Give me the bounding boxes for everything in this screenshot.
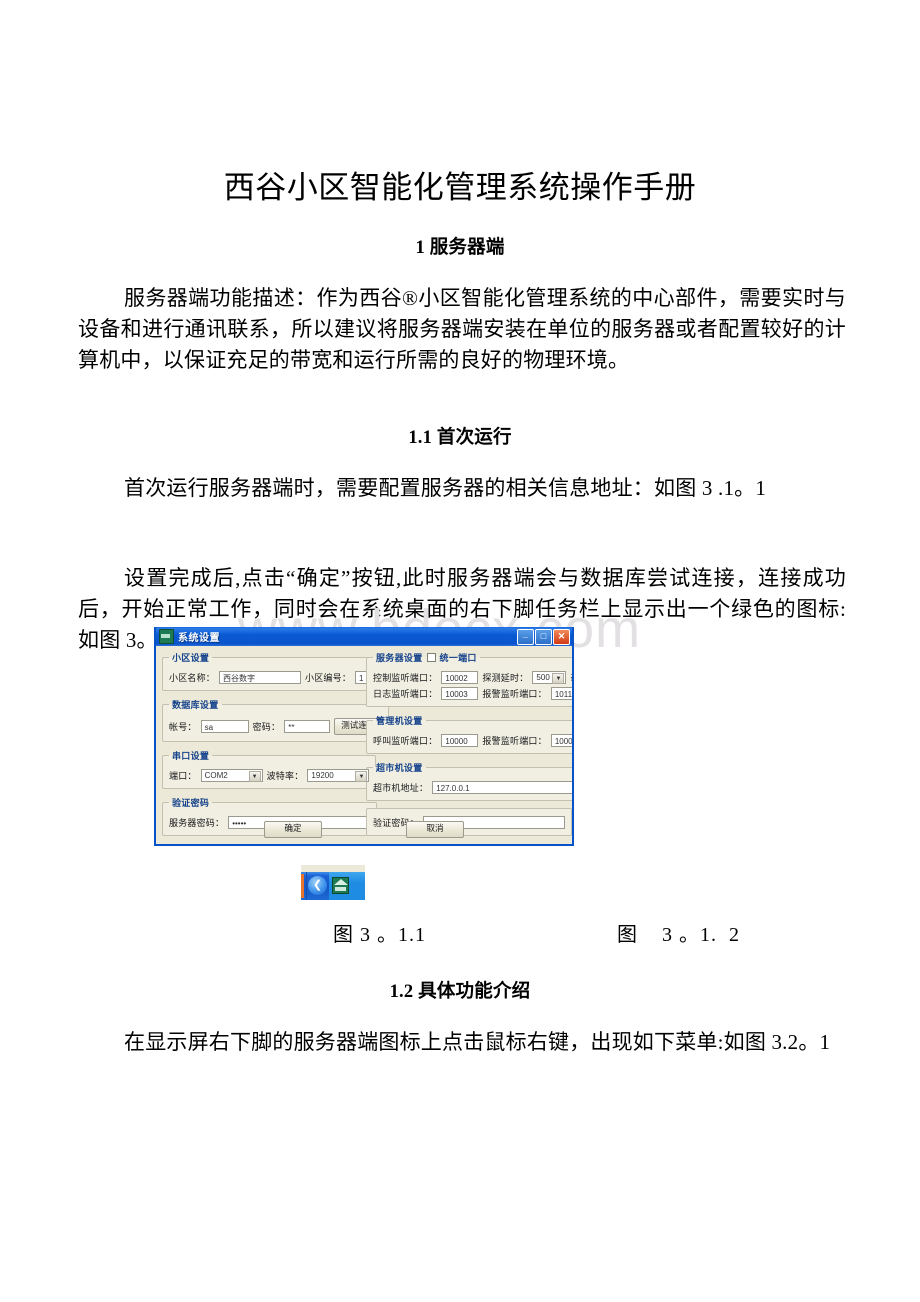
group-manager-settings: 管理机设置 呼叫监听端口： 10000 报警监听端口： 10001 — [366, 714, 572, 754]
chevron-down-icon: ▼ — [248, 771, 261, 782]
row-manager-ports: 呼叫监听端口： 10000 报警监听端口： 10001 — [373, 734, 572, 747]
serial-port-label: 端口： — [169, 771, 197, 781]
log-port-label: 日志监听端口： — [373, 689, 438, 699]
probe-delay-label: 探测延时： — [482, 673, 529, 683]
maximize-button[interactable]: □ — [535, 628, 552, 645]
row-community-name: 小区名称： 西谷数字 小区编号： 1 — [169, 671, 392, 684]
manager-alarm-port-label: 报警监听端口： — [482, 736, 547, 746]
db-account-input[interactable]: sa — [200, 720, 249, 733]
group-community-legend: 小区设置 — [172, 653, 210, 663]
taskbar-tray-screenshot: ❮ — [301, 865, 365, 900]
row-market-address: 超市机地址： 127.0.0.1 — [373, 781, 572, 794]
market-address-label: 超市机地址： — [373, 783, 429, 793]
market-address-input[interactable]: 127.0.0.1 — [432, 781, 572, 794]
log-port-input[interactable]: 10003 — [441, 687, 479, 700]
chevron-down-icon: ▼ — [355, 771, 368, 782]
ok-button[interactable]: 确定 — [264, 821, 322, 838]
group-auth-legend: 验证密码 — [172, 798, 210, 808]
row-log-port: 日志监听端口： 10003 报警监听端口： 10110 — [373, 687, 572, 700]
group-market-legend: 超市机设置 — [376, 763, 423, 773]
community-name-label: 小区名称： — [169, 673, 216, 683]
community-code-label: 小区编号： — [305, 673, 352, 683]
group-database-settings: 数据库设置 帐号： sa 密码： ** 测试连接 — [162, 698, 390, 742]
probe-delay-value: 500 — [536, 673, 550, 682]
figure-caption-2: 图 3 。1. 2 — [617, 924, 740, 946]
db-account-label: 帐号： — [169, 722, 197, 732]
call-port-input[interactable]: 10000 — [441, 734, 479, 747]
dialog-right-column: 服务器设置 统一端口 控制监听端口： 10002 探测延时： 500 ▼ 日志监… — [366, 651, 572, 843]
dialog-columns: 小区设置 小区名称： 西谷数字 小区编号： 1 数据库设置 帐号： sa 密码：… — [162, 651, 572, 843]
cancel-button[interactable]: 取消 — [406, 821, 464, 838]
taskbar-edge-accent — [301, 874, 304, 898]
dialog-titlebar[interactable]: 系统设置 _ □ ✕ — [156, 627, 572, 646]
xigu-server-tray-icon[interactable] — [332, 877, 349, 894]
paragraph-server-description: 服务器端功能描述：作为西谷®小区智能化管理系统的中心部件，需要实时与设备和进行通… — [78, 286, 846, 372]
group-server-legend-text: 服务器设置 — [376, 653, 423, 663]
group-market-settings: 超市机设置 超市机地址： 127.0.0.1 — [366, 761, 572, 801]
group-server-settings: 服务器设置 统一端口 控制监听端口： 10002 探测延时： 500 ▼ 日志监… — [366, 651, 572, 707]
minimize-icon: _ — [522, 628, 528, 639]
row-serial: 端口： COM2 ▼ 波特率： 19200 ▼ — [169, 769, 370, 782]
control-port-input[interactable]: 10002 — [441, 671, 479, 684]
serial-port-value: COM2 — [204, 771, 228, 780]
dialog-footer: 确定 取消 — [156, 821, 572, 838]
probe-delay-unit: 毫秒 — [570, 671, 572, 684]
dialog-left-column: 小区设置 小区名称： 西谷数字 小区编号： 1 数据库设置 帐号： sa 密码：… — [162, 651, 399, 843]
community-name-input[interactable]: 西谷数字 — [219, 671, 302, 684]
close-icon: ✕ — [557, 630, 566, 641]
probe-delay-select[interactable]: 500 ▼ — [532, 671, 567, 684]
baud-rate-label: 波特率： — [266, 771, 304, 781]
group-serial-legend: 串口设置 — [172, 751, 210, 761]
maximize-icon: □ — [540, 630, 547, 641]
row-control-port: 控制监听端口： 10002 探测延时： 500 ▼ 毫秒 — [373, 671, 572, 684]
figure-caption-1: 图 3 。1.1 — [333, 924, 426, 946]
manager-alarm-port-input[interactable]: 10001 — [550, 734, 572, 747]
unified-port-checkbox[interactable] — [426, 653, 436, 662]
serial-port-select[interactable]: COM2 ▼ — [200, 769, 263, 782]
call-port-label: 呼叫监听端口： — [373, 736, 438, 746]
paragraph-function-intro: 在显示屏右下脚的服务器端图标上点击鼠标右键，出现如下菜单:如图 3.2。1 — [124, 1030, 831, 1054]
paragraph-first-run: 首次运行服务器端时，需要配置服务器的相关信息地址：如图 3 .1。1 — [124, 476, 767, 500]
taskbar-divider — [306, 872, 307, 900]
unified-port-label: 统一端口 — [439, 653, 477, 663]
db-password-label: 密码： — [252, 722, 281, 732]
server-alarm-port-input[interactable]: 10110 — [550, 687, 572, 700]
server-alarm-port-label: 报警监听端口： — [482, 689, 547, 699]
close-button[interactable]: ✕ — [553, 628, 570, 645]
group-database-legend: 数据库设置 — [172, 700, 219, 710]
system-settings-dialog: 系统设置 _ □ ✕ 小区设置 小区名称： 西谷数字 小区编号： 1 数据库设置… — [154, 627, 574, 846]
group-server-legend: 服务器设置 统一端口 — [373, 651, 480, 664]
dialog-body: 小区设置 小区名称： 西谷数字 小区编号： 1 数据库设置 帐号： sa 密码：… — [156, 646, 572, 844]
heading-section-1: 1 服务器端 — [415, 238, 505, 259]
heading-section-1-2: 1.2 具体功能介绍 — [389, 982, 531, 1003]
minimize-button[interactable]: _ — [517, 628, 534, 645]
group-serial-settings: 串口设置 端口： COM2 ▼ 波特率： 19200 ▼ — [162, 749, 377, 789]
row-database-credentials: 帐号： sa 密码： ** 测试连接 — [169, 718, 383, 735]
server-legend-inline: 服务器设置 统一端口 — [376, 651, 477, 664]
group-community-settings: 小区设置 小区名称： 西谷数字 小区编号： 1 — [162, 651, 399, 691]
chevron-down-icon: ▼ — [552, 673, 565, 684]
heading-section-1-1: 1.1 首次运行 — [408, 428, 512, 449]
page-title: 西谷小区智能化管理系统操作手册 — [223, 169, 697, 205]
group-manager-legend: 管理机设置 — [376, 716, 423, 726]
document-page: 西谷小区智能化管理系统操作手册 1 服务器端 服务器端功能描述：作为西谷®小区智… — [0, 0, 920, 1302]
app-icon — [159, 629, 174, 644]
window-controls: _ □ ✕ — [517, 628, 570, 645]
dialog-title: 系统设置 — [178, 633, 220, 644]
db-password-input[interactable]: ** — [284, 720, 331, 733]
baud-rate-select[interactable]: 19200 ▼ — [307, 769, 370, 782]
chevron-left-icon[interactable]: ❮ — [308, 876, 327, 895]
control-port-label: 控制监听端口： — [373, 673, 438, 683]
baud-rate-value: 19200 — [311, 771, 334, 780]
